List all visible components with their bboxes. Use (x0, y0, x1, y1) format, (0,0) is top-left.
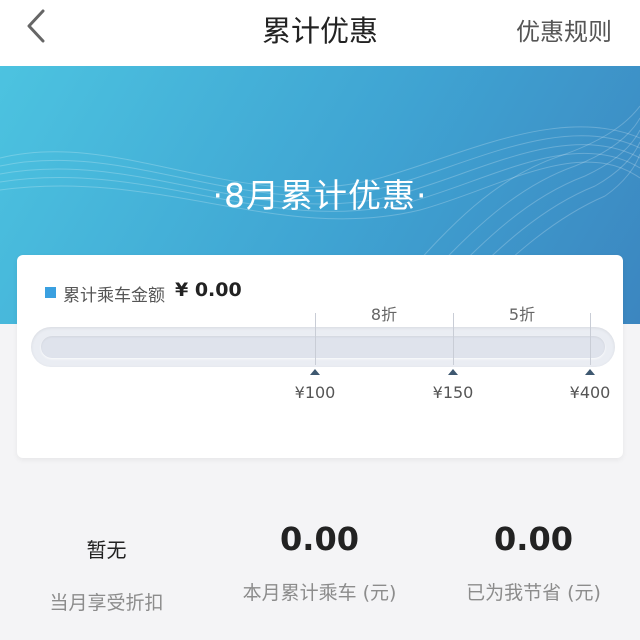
accumulated-amount: ¥ 0.00 (175, 279, 242, 301)
stat-label: 已为我节省 (元) (466, 582, 601, 604)
stat-label: 本月累计乘车 (元) (242, 582, 397, 604)
nav-bar: 累计优惠 优惠规则 (0, 0, 640, 66)
tier-divider (315, 313, 316, 365)
month-discount-title: ·8月累计优惠· (212, 176, 428, 215)
discount-rules-link[interactable]: 优惠规则 (516, 12, 612, 47)
stat-current-discount: 暂无 当月享受折扣 (0, 520, 213, 615)
stat-value: 0.00 (494, 520, 573, 558)
progress-track (31, 327, 615, 367)
progress-card: 累计乘车金额 ¥ 0.00 8折 5折 ¥100 ¥150 ¥400 (17, 255, 623, 458)
threshold-marker (585, 369, 595, 375)
tier-label-8-discount: 8折 (370, 305, 398, 324)
stat-label: 当月享受折扣 (49, 592, 164, 614)
stats-row: 暂无 当月享受折扣 0.00 本月累计乘车 (元) 0.00 已为我节省 (元) (0, 520, 640, 640)
threshold-label: ¥400 (569, 383, 611, 402)
tier-label-5-discount: 5折 (508, 305, 536, 324)
stat-monthly-rides: 0.00 本月累计乘车 (元) (213, 520, 426, 605)
legend-swatch (45, 287, 56, 298)
threshold-marker (448, 369, 458, 375)
tier-divider (590, 313, 591, 365)
tier-divider (453, 313, 454, 365)
stat-value: 0.00 (280, 520, 359, 558)
stat-value: 暂无 (86, 538, 127, 562)
progress-bar (41, 336, 605, 358)
threshold-label: ¥150 (432, 383, 474, 402)
threshold-marker (310, 369, 320, 375)
stat-savings: 0.00 已为我节省 (元) (427, 520, 640, 605)
legend-label: 累计乘车金额 (63, 286, 165, 306)
threshold-label: ¥100 (294, 383, 336, 402)
